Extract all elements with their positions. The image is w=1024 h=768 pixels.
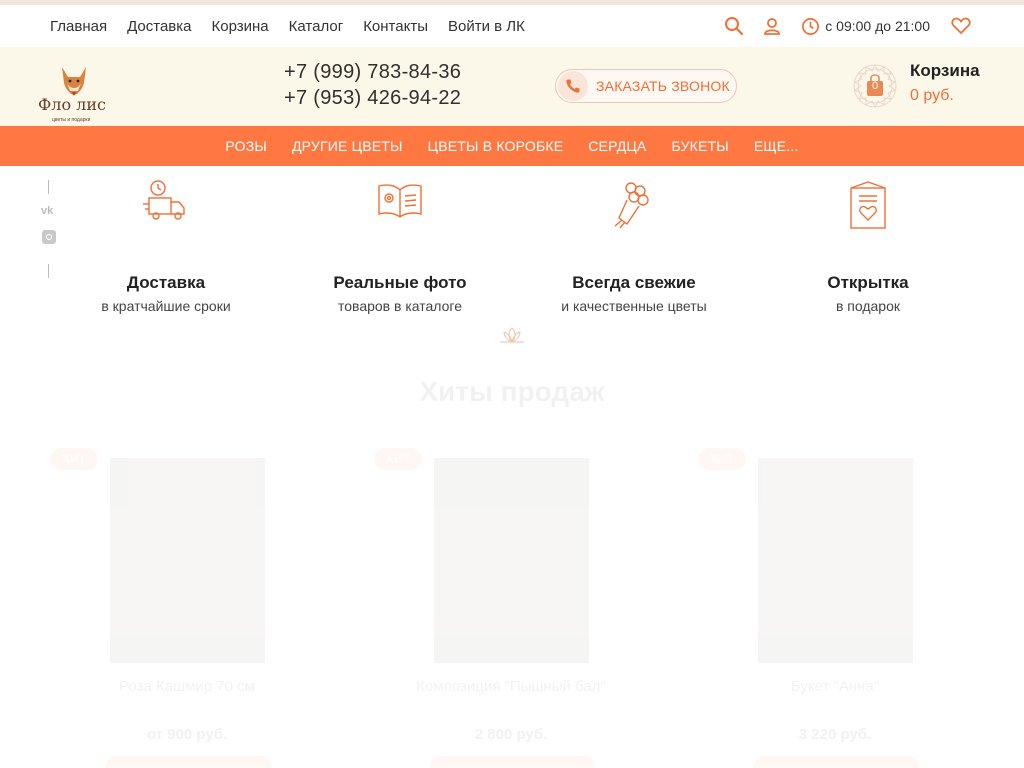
feature-delivery: Доставка в кратчайшие сроки (66, 178, 266, 314)
category-bouquets[interactable]: БУКЕТЫ (671, 138, 728, 154)
logo[interactable]: Фло лис цветы и подарки (38, 63, 110, 125)
product-name[interactable]: Букет "Анна" (698, 678, 972, 695)
header-cart[interactable]: 0 Корзина 0 руб. (852, 61, 1012, 111)
hit-badge: ХИТ (374, 448, 422, 470)
product-card[interactable]: ХИТ Роза Кашмир 70 см от 900 руб. (50, 448, 300, 768)
search-icon[interactable] (723, 15, 745, 37)
phone-numbers: +7 (999) 783-84-36 +7 (953) 426-94-22 (284, 59, 461, 111)
cart-count: 0 (871, 80, 879, 92)
feature-subtitle: в кратчайшие сроки (101, 298, 231, 314)
logo-tagline: цветы и подарки (52, 117, 91, 123)
feature-title: Доставка (126, 273, 206, 292)
hit-badge: ХИТ (50, 448, 98, 470)
add-to-cart-button[interactable] (754, 756, 919, 768)
working-hours-text: с 09:00 до 21:00 (825, 18, 930, 34)
category-roses[interactable]: РОЗЫ (225, 138, 267, 154)
product-name[interactable]: Роза Кашмир 70 см (50, 678, 324, 695)
nav-link-cart[interactable]: Корзина (212, 18, 269, 35)
top-navigation: Главная Доставка Корзина Каталог Контакт… (0, 5, 1024, 47)
fox-logo-icon (62, 67, 86, 96)
feature-subtitle: товаров в каталоге (338, 298, 462, 314)
product-image[interactable] (434, 458, 589, 663)
feature-card: Открытка в подарок (768, 178, 968, 314)
instagram-icon[interactable] (42, 230, 56, 244)
site-header: Фло лис цветы и подарки +7 (999) 783-84-… (0, 47, 1024, 126)
working-hours: с 09:00 до 21:00 (801, 17, 930, 36)
hits-title: Хиты продаж (419, 376, 605, 407)
bouquet-icon (614, 182, 649, 229)
feature-real-photos: Реальные фото товаров в каталоге (300, 178, 500, 314)
delivery-truck-icon (143, 180, 185, 220)
feature-title: Всегда свежие (572, 273, 696, 292)
greeting-card-icon (850, 181, 886, 229)
product-price: 3 220 руб. (798, 726, 872, 743)
phone-number-1[interactable]: +7 (999) 783-84-36 (284, 59, 461, 85)
category-bar: РОЗЫ ДРУГИЕ ЦВЕТЫ ЦВЕТЫ В КОРОБКЕ СЕРДЦА… (0, 126, 1024, 166)
product-card[interactable]: ХИТ Букет "Анна" 3 220 руб. (698, 448, 948, 768)
logo-name: Фло лис (38, 95, 106, 114)
social-divider-bottom (48, 264, 49, 278)
product-price: 2 800 руб. (474, 726, 548, 743)
nav-link-login[interactable]: Войти в ЛК (448, 18, 525, 35)
category-more[interactable]: ЕЩЕ... (754, 138, 799, 154)
feature-subtitle: и качественные цветы (561, 298, 707, 314)
feature-subtitle: в подарок (835, 298, 901, 314)
product-price: от 900 руб. (146, 726, 228, 743)
top-nav-links: Главная Доставка Корзина Каталог Контакт… (50, 5, 525, 47)
vk-icon[interactable]: vk (41, 205, 53, 217)
feature-title: Открытка (827, 273, 909, 292)
hit-badge: ХИТ (698, 448, 746, 470)
add-to-cart-button[interactable] (106, 756, 271, 768)
category-flowers-in-box[interactable]: ЦВЕТЫ В КОРОБКЕ (428, 138, 564, 154)
top-nav-tools: с 09:00 до 21:00 (723, 5, 972, 47)
product-image[interactable] (110, 458, 265, 663)
feature-title: Реальные фото (333, 273, 467, 292)
callback-button[interactable]: ЗАКАЗАТЬ ЗВОНОК (555, 69, 737, 103)
phone-number-2[interactable]: +7 (953) 426-94-22 (284, 85, 461, 111)
photo-book-icon (378, 184, 422, 218)
nav-link-delivery[interactable]: Доставка (127, 18, 191, 35)
nav-link-home[interactable]: Главная (50, 18, 107, 35)
flower-divider-icon (500, 327, 524, 343)
product-image[interactable] (758, 458, 913, 663)
nav-link-contacts[interactable]: Контакты (363, 18, 428, 35)
add-to-cart-button[interactable] (430, 756, 595, 768)
social-links: vk (40, 180, 60, 280)
phone-icon (558, 71, 588, 101)
cart-sum: 0 руб. (910, 87, 954, 104)
callback-label: ЗАКАЗАТЬ ЗВОНОК (596, 78, 730, 94)
user-icon[interactable] (761, 15, 783, 37)
category-other-flowers[interactable]: ДРУГИЕ ЦВЕТЫ (292, 138, 403, 154)
social-divider-top (48, 180, 49, 194)
clock-icon (802, 17, 820, 35)
nav-link-catalog[interactable]: Каталог (289, 18, 344, 35)
category-hearts[interactable]: СЕРДЦА (588, 138, 646, 154)
product-card[interactable]: ХИТ Композиция "Пышный бал" 2 800 руб. (374, 448, 624, 768)
product-name[interactable]: Композиция "Пышный бал" (374, 678, 648, 695)
hits-section: Хиты продаж ХИТ Роза Кашмир 70 см от 900… (0, 350, 1024, 768)
feature-fresh: Всегда свежие и качественные цветы (534, 178, 734, 314)
heart-icon[interactable] (950, 15, 972, 37)
cart-title: Корзина (910, 61, 980, 80)
